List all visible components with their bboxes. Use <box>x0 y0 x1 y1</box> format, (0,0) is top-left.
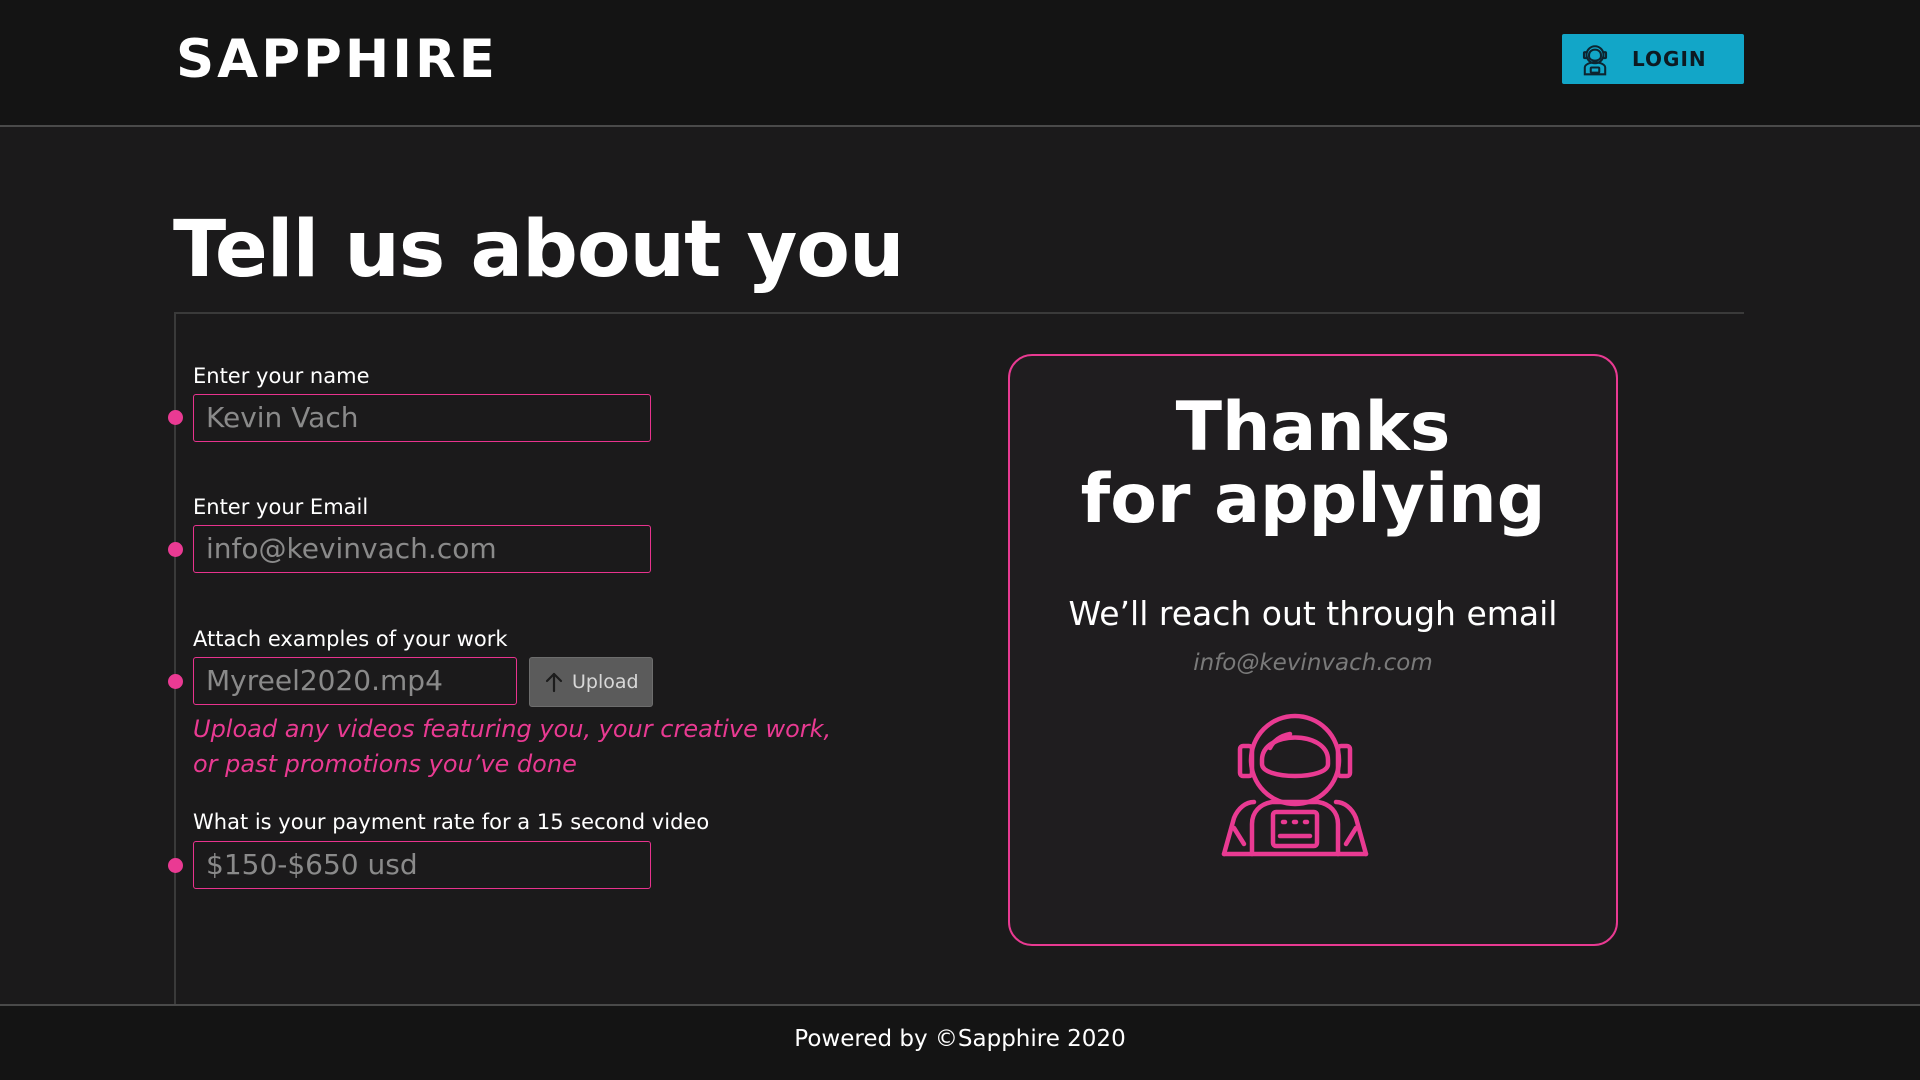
name-input[interactable]: Kevin Vach <box>193 394 651 442</box>
logo[interactable]: SAPPHIRE <box>176 30 498 90</box>
step-dot-name <box>168 410 183 425</box>
confirmation-card: Thanks for applying We’ll reach out thro… <box>1008 354 1618 946</box>
card-email: info@kevinvach.com <box>1193 650 1433 676</box>
step-dot-email <box>168 542 183 557</box>
email-label: Enter your Email <box>193 495 369 519</box>
title-divider <box>174 312 1744 314</box>
page-title: Tell us about you <box>173 205 904 295</box>
card-title-line1: Thanks <box>1175 388 1451 467</box>
footer-text: Powered by ©Sapphire 2020 <box>794 1026 1126 1052</box>
rate-input[interactable]: $150-$650 usd <box>193 841 651 889</box>
rate-label: What is your payment rate for a 15 secon… <box>193 810 710 834</box>
upload-hint-line1: Upload any videos featuring you, your cr… <box>193 715 832 743</box>
card-title-line2: for applying <box>1080 460 1546 539</box>
email-input[interactable]: info@kevinvach.com <box>193 525 651 573</box>
upload-hint-line2: or past promotions you’ve done <box>193 750 577 778</box>
header: SAPPHIRE LOGIN <box>0 0 1920 127</box>
work-file-input[interactable]: Myreel2020.mp4 <box>193 657 517 705</box>
footer: Powered by ©Sapphire 2020 <box>0 1004 1920 1080</box>
upload-label: Upload <box>572 671 639 693</box>
step-dot-work <box>168 674 183 689</box>
step-dot-rate <box>168 858 183 873</box>
upload-button[interactable]: Upload <box>529 657 653 707</box>
arrow-up-icon <box>545 672 563 693</box>
card-title: Thanks for applying <box>1010 392 1616 536</box>
upload-hint: Upload any videos featuring you, your cr… <box>193 712 833 782</box>
work-label: Attach examples of your work <box>193 627 508 651</box>
login-label: LOGIN <box>1632 47 1707 71</box>
astronaut-icon <box>1582 45 1608 76</box>
name-label: Enter your name <box>193 364 370 388</box>
astronaut-icon <box>1221 713 1369 857</box>
card-subtitle: We’ll reach out through email <box>1068 594 1558 633</box>
login-button[interactable]: LOGIN <box>1562 34 1744 84</box>
